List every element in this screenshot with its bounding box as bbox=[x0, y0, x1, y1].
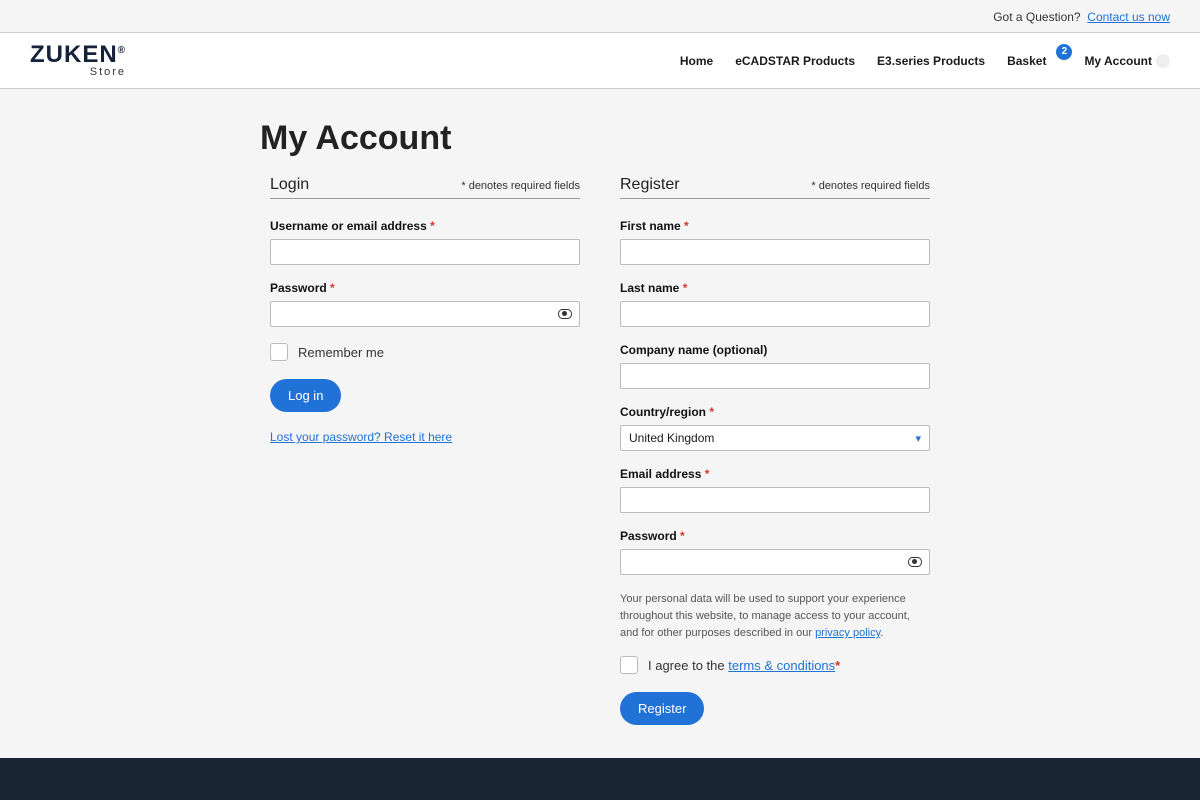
main-nav: Home eCADSTAR Products E3.series Product… bbox=[680, 54, 1170, 68]
country-select[interactable]: United Kingdom ▾ bbox=[620, 425, 930, 451]
chevron-down-icon: ▾ bbox=[915, 432, 921, 445]
nav-basket[interactable]: Basket 2 bbox=[1007, 54, 1062, 68]
country-value: United Kingdom bbox=[629, 431, 714, 445]
privacy-note: Your personal data will be used to suppo… bbox=[620, 591, 930, 642]
nav-ecadstar[interactable]: eCADSTAR Products bbox=[735, 54, 855, 68]
header: ZUKEN® Store Home eCADSTAR Products E3.s… bbox=[0, 32, 1200, 89]
register-required-note: * denotes required fields bbox=[811, 180, 930, 192]
login-heading: Login bbox=[270, 176, 309, 194]
register-email-input[interactable] bbox=[620, 487, 930, 513]
lastname-input[interactable] bbox=[620, 301, 930, 327]
show-password-icon[interactable] bbox=[908, 557, 922, 567]
contact-us-link[interactable]: Contact us now bbox=[1087, 10, 1170, 24]
avatar-icon bbox=[1156, 54, 1170, 68]
nav-my-account[interactable]: My Account bbox=[1084, 54, 1170, 68]
privacy-policy-link[interactable]: privacy policy bbox=[815, 627, 880, 639]
nav-e3series[interactable]: E3.series Products bbox=[877, 54, 985, 68]
page-body: My Account Login * denotes required fiel… bbox=[0, 89, 1200, 785]
register-column: Register * denotes required fields First… bbox=[620, 176, 930, 725]
firstname-label: First name * bbox=[620, 219, 930, 233]
login-username-label: Username or email address * bbox=[270, 219, 580, 233]
register-password-label: Password * bbox=[620, 529, 930, 543]
remember-me-label: Remember me bbox=[298, 345, 384, 360]
footer bbox=[0, 758, 1200, 800]
login-password-label: Password * bbox=[270, 281, 580, 295]
login-required-note: * denotes required fields bbox=[461, 180, 580, 192]
logo-sub: Store bbox=[30, 67, 126, 78]
logo[interactable]: ZUKEN® Store bbox=[30, 43, 126, 78]
company-input[interactable] bbox=[620, 363, 930, 389]
terms-link[interactable]: terms & conditions bbox=[728, 658, 835, 673]
agree-terms-label: I agree to the terms & conditions* bbox=[648, 658, 840, 673]
topbar: Got a Question? Contact us now bbox=[0, 0, 1200, 32]
login-button[interactable]: Log in bbox=[270, 379, 341, 412]
nav-home[interactable]: Home bbox=[680, 54, 713, 68]
page-title: My Account bbox=[260, 119, 930, 158]
firstname-input[interactable] bbox=[620, 239, 930, 265]
register-email-label: Email address * bbox=[620, 467, 930, 481]
login-column: Login * denotes required fields Username… bbox=[270, 176, 580, 725]
country-label: Country/region * bbox=[620, 405, 930, 419]
login-password-input[interactable] bbox=[270, 301, 580, 327]
agree-terms-checkbox[interactable] bbox=[620, 656, 638, 674]
basket-count-badge: 2 bbox=[1056, 44, 1072, 60]
register-password-input[interactable] bbox=[620, 549, 930, 575]
lost-password-link[interactable]: Lost your password? Reset it here bbox=[270, 430, 452, 444]
login-username-input[interactable] bbox=[270, 239, 580, 265]
lastname-label: Last name * bbox=[620, 281, 930, 295]
show-password-icon[interactable] bbox=[558, 309, 572, 319]
company-label: Company name (optional) bbox=[620, 343, 930, 357]
logo-main: ZUKEN bbox=[30, 41, 118, 68]
remember-me-checkbox[interactable] bbox=[270, 343, 288, 361]
register-button[interactable]: Register bbox=[620, 692, 704, 725]
register-heading: Register bbox=[620, 176, 680, 194]
topbar-question: Got a Question? bbox=[993, 10, 1080, 24]
